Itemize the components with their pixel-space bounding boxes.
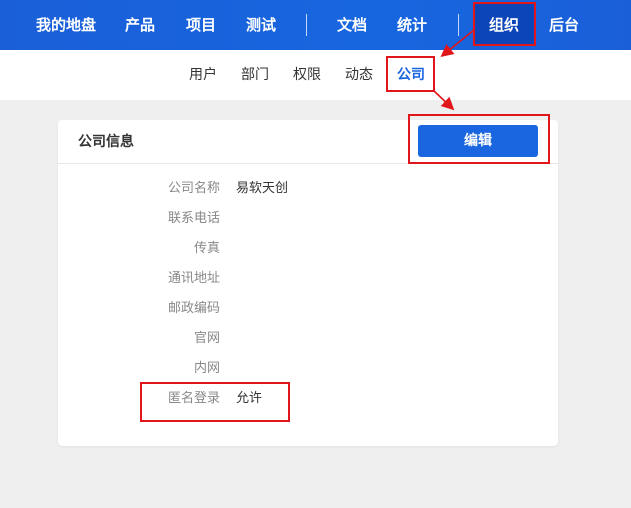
nav-item-admin[interactable]: 后台 (549, 0, 579, 50)
field-row-phone: 联系电话 (58, 204, 558, 234)
field-label: 邮政编码 (167, 301, 220, 316)
field-label: 公司名称 (167, 181, 220, 196)
annotation-box-company (386, 56, 435, 92)
subnav-item-users[interactable]: 用户 (189, 50, 217, 100)
subnav-item-departments[interactable]: 部门 (241, 50, 269, 100)
field-row-fax: 传真 (58, 234, 558, 264)
card-title: 公司信息 (78, 134, 134, 150)
field-row-zipcode: 邮政编码 (58, 294, 558, 324)
nav-item-product[interactable]: 产品 (125, 0, 155, 50)
annotation-box-edit (408, 114, 550, 164)
field-row-company-name: 公司名称 易软天创 (58, 174, 558, 204)
nav-item-docs[interactable]: 文档 (337, 0, 367, 50)
nav-divider (458, 14, 459, 36)
nav-item-my-dashboard[interactable]: 我的地盘 (36, 0, 96, 50)
subnav-item-activity[interactable]: 动态 (345, 50, 373, 100)
nav-item-test[interactable]: 测试 (246, 0, 276, 50)
field-label: 官网 (193, 331, 220, 346)
nav-divider (306, 14, 307, 36)
field-row-intranet: 内网 (58, 354, 558, 384)
company-info-card: 公司信息 编辑 公司名称 易软天创 联系电话 传真 通讯地址 邮政编码 官网 内… (58, 120, 558, 446)
field-row-anonymous-login: 匿名登录 允许 (58, 384, 558, 414)
annotation-box-organization (473, 2, 536, 46)
top-navigation: 我的地盘 产品 项目 测试 文档 统计 组织 后台 (0, 0, 631, 50)
field-value: 易软天创 (236, 181, 289, 196)
annotation-box-anonymous-login (140, 382, 290, 422)
field-label: 传真 (193, 241, 220, 256)
field-label: 联系电话 (167, 211, 220, 226)
nav-item-stats[interactable]: 统计 (397, 0, 427, 50)
field-label: 内网 (193, 361, 220, 376)
subnav-item-permissions[interactable]: 权限 (293, 50, 321, 100)
field-row-website: 官网 (58, 324, 558, 354)
sub-navigation: 用户 部门 权限 动态 公司 (0, 50, 631, 100)
nav-item-project[interactable]: 项目 (186, 0, 216, 50)
field-label: 通讯地址 (167, 271, 220, 286)
field-row-address: 通讯地址 (58, 264, 558, 294)
